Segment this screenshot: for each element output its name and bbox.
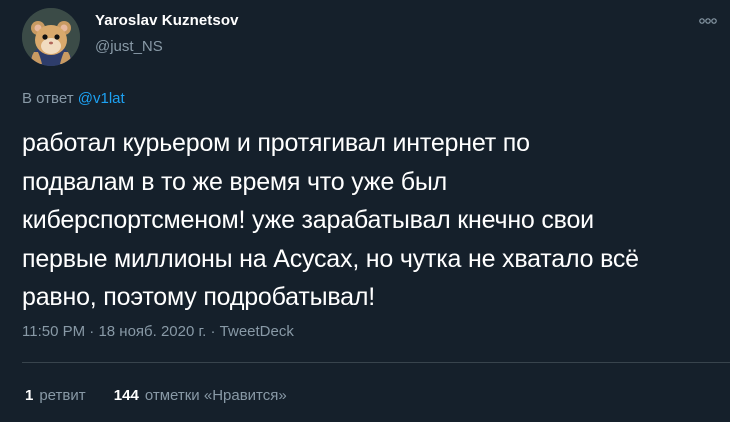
tweet-card: Yaroslav Kuznetsov @just_NS В ответ @v1l… xyxy=(0,0,730,422)
meta-separator: · xyxy=(85,323,99,340)
tweet-text-line: равно, поэтому подробатывал! xyxy=(22,283,375,311)
tweet-text: работал курьером и протягивал интернет п… xyxy=(22,124,722,317)
tweet-meta: 11:50 PM · 18 нояб. 2020 г. · TweetDeck xyxy=(22,323,294,340)
likes-label: отметки «Нравится» xyxy=(144,387,287,404)
reply-context: В ответ @v1lat xyxy=(22,90,125,107)
reply-prefix: В ответ xyxy=(22,90,74,107)
tweet-text-line: подвалам в то же время что уже был xyxy=(22,167,448,196)
tweet-text-line: работал курьером и протягивал интернет п… xyxy=(22,129,530,157)
likes-stat[interactable]: 144 отметки «Нравится» xyxy=(114,387,287,404)
author-name[interactable]: Yaroslav Kuznetsov xyxy=(95,12,239,29)
hamster-avatar-icon[interactable] xyxy=(22,8,80,66)
divider xyxy=(22,362,730,363)
more-options-icon[interactable] xyxy=(698,14,718,28)
author-handle[interactable]: @just_NS xyxy=(95,38,163,55)
tweet-text-line: первые миллионы на Асусах, но чутка не х… xyxy=(22,244,639,273)
tweet-text-line: киберспортсменом! уже зарабатывал кнечно… xyxy=(22,206,594,234)
tweet-date-link[interactable]: 18 нояб. 2020 г. xyxy=(98,323,206,340)
tweet-stats: 1 ретвит 144 отметки «Нравится» xyxy=(25,387,311,404)
meta-separator: · xyxy=(206,323,220,340)
tweet-time-link[interactable]: 11:50 PM xyxy=(22,323,85,340)
retweets-stat[interactable]: 1 ретвит xyxy=(25,387,86,404)
reply-mention-link[interactable]: @v1lat xyxy=(78,90,125,107)
likes-count: 144 xyxy=(113,387,139,404)
retweets-count: 1 xyxy=(25,387,34,404)
retweets-label: ретвит xyxy=(39,387,86,404)
tweet-source-link[interactable]: TweetDeck xyxy=(220,323,294,340)
